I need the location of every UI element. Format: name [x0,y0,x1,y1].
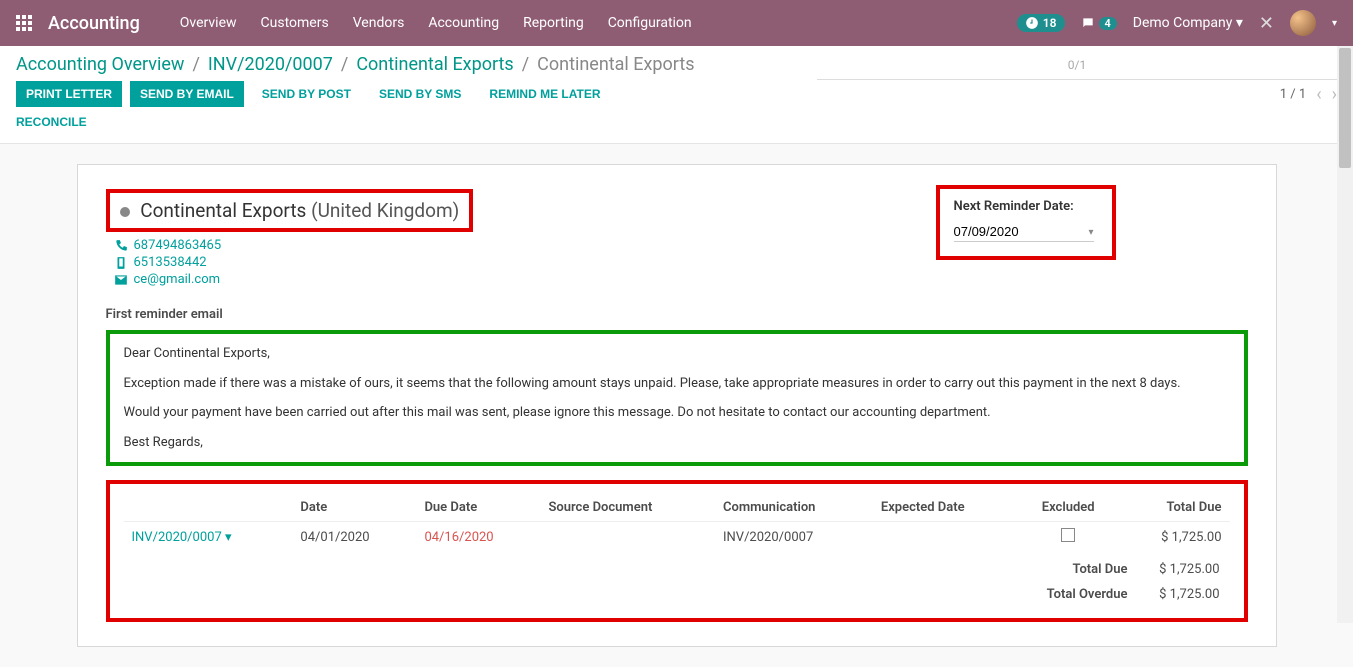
send-email-button[interactable]: SEND BY EMAIL [130,81,244,107]
dropdown-caret-icon[interactable]: ▾ [1088,227,1093,238]
nav-reporting[interactable]: Reporting [523,15,584,31]
user-avatar[interactable] [1290,10,1316,36]
col-invoice [124,494,293,522]
cell-date: 04/01/2020 [292,522,416,553]
send-post-button[interactable]: SEND BY POST [252,81,361,107]
invoice-table-box: Date Due Date Source Document Communicat… [106,480,1248,622]
messages-count: 4 [1099,17,1117,30]
table-header-row: Date Due Date Source Document Communicat… [124,494,1230,522]
envelope-icon [114,273,128,287]
total-overdue-label: Total Overdue [1039,583,1136,606]
total-due-value: $ 1,725.00 [1138,558,1228,581]
col-date: Date [292,494,416,522]
nav-customers[interactable]: Customers [261,15,329,31]
total-due-label: Total Due [1039,558,1136,581]
chat-icon [1081,16,1095,30]
customer-heading-box: Continental Exports (United Kingdom) [106,189,474,232]
cell-communication: INV/2020/0007 [715,522,873,553]
form-sheet-bg: Continental Exports (United Kingdom) 687… [0,144,1353,667]
totals-block: Total Due $ 1,725.00 Total Overdue $ 1,7… [124,556,1230,608]
app-brand[interactable]: Accounting [48,13,140,34]
top-navbar: Accounting Overview Customers Vendors Ac… [0,0,1353,46]
pager-prev-icon[interactable]: ‹ [1316,84,1321,105]
nav-configuration[interactable]: Configuration [608,15,692,31]
user-caret-icon: ▾ [1332,18,1337,29]
customer-name: Continental Exports (United Kingdom) [120,199,460,222]
reminder-date-label: Next Reminder Date: [954,199,1098,214]
col-excluded: Excluded [1018,494,1118,522]
reminder-date-input[interactable] [954,222,1094,242]
col-due-date: Due Date [416,494,540,522]
email-body-box: Dear Continental Exports, Exception made… [106,330,1248,466]
company-switcher[interactable]: Demo Company ▾ [1133,15,1243,31]
section-title: First reminder email [106,307,1248,322]
form-sheet: Continental Exports (United Kingdom) 687… [77,164,1277,647]
top-menu: Overview Customers Vendors Accounting Re… [180,15,692,31]
total-overdue-value: $ 1,725.00 [1138,583,1228,606]
close-icon[interactable]: ✕ [1259,13,1274,34]
messages-badge[interactable]: 4 [1081,16,1117,30]
col-communication: Communication [715,494,873,522]
caret-down-icon: ▾ [1236,15,1243,31]
vertical-scrollbar[interactable] [1337,46,1353,623]
activity-badge[interactable]: 18 [1017,14,1065,32]
breadcrumb-item[interactable]: INV/2020/0007 [208,54,333,75]
reconcile-button[interactable]: RECONCILE [16,109,97,135]
breadcrumb-current: Continental Exports [537,54,694,75]
col-expected: Expected Date [873,494,1018,522]
search-count: 0/1 [1068,58,1086,72]
breadcrumb-item[interactable]: Accounting Overview [16,54,184,75]
activity-count: 18 [1043,16,1057,30]
cell-total-due: $ 1,725.00 [1118,522,1229,553]
caret-down-icon: ▾ [225,530,232,545]
nav-vendors[interactable]: Vendors [353,15,405,31]
col-source: Source Document [540,494,715,522]
apps-icon[interactable] [16,15,32,31]
cell-expected [873,522,1018,553]
email-paragraph: Would your payment have been carried out… [124,403,1230,423]
invoice-table: Date Due Date Source Document Communicat… [124,494,1230,552]
table-row: INV/2020/0007 ▾ 04/01/2020 04/16/2020 IN… [124,522,1230,553]
email-signoff: Best Regards, [124,433,1230,453]
nav-overview[interactable]: Overview [180,15,237,31]
cell-source [540,522,715,553]
reminder-date-box: Next Reminder Date: ▾ [936,185,1116,260]
email-link[interactable]: ce@gmail.com [114,272,1248,287]
status-dot-icon [120,207,130,217]
invoice-link[interactable]: INV/2020/0007 ▾ [132,530,232,545]
cell-due-date: 04/16/2020 [416,522,540,553]
scrollbar-thumb[interactable] [1339,48,1351,168]
send-sms-button[interactable]: SEND BY SMS [369,81,471,107]
print-letter-button[interactable]: PRINT LETTER [16,81,122,107]
email-paragraph: Exception made if there was a mistake of… [124,374,1230,394]
search-input[interactable]: 0/1 [817,54,1337,80]
remind-later-button[interactable]: REMIND ME LATER [479,81,610,107]
breadcrumb-item[interactable]: Continental Exports [356,54,513,75]
col-total-due: Total Due [1118,494,1229,522]
email-greeting: Dear Continental Exports, [124,344,1230,364]
excluded-checkbox[interactable] [1061,528,1075,542]
nav-accounting[interactable]: Accounting [428,15,499,31]
phone-icon [114,239,128,253]
mobile-icon [114,256,128,270]
clock-icon [1025,16,1039,30]
pager: 1 / 1 ‹ › [1280,84,1337,105]
control-panel: Accounting Overview / INV/2020/0007 / Co… [0,46,1353,144]
pager-text: 1 / 1 [1280,87,1306,102]
search-area: 0/1 [817,54,1337,80]
